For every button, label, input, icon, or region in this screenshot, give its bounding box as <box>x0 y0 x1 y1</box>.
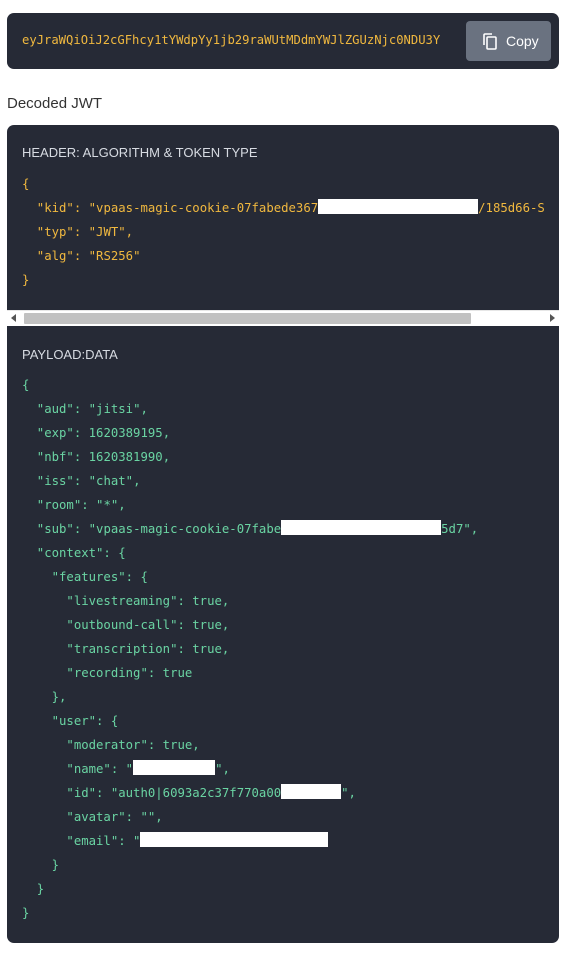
copy-icon <box>483 32 497 50</box>
header-panel-title: HEADER: ALGORITHM & TOKEN TYPE <box>22 145 258 160</box>
recording-value: true <box>162 666 193 680</box>
scrollbar-thumb[interactable] <box>24 313 471 324</box>
decoded-jwt-label: Decoded JWT <box>7 95 103 112</box>
scroll-left-arrow-icon[interactable] <box>11 314 16 322</box>
encoded-token-bar: eyJraWQiOiJ2cGFhcy1tYWdpYy1jb29raWUtMDdm… <box>7 13 559 69</box>
moderator-value: true <box>162 738 193 752</box>
id-value: auth0|6093a2c37f770a00 <box>118 786 282 800</box>
livestreaming-value: true <box>192 594 222 608</box>
kid-value: vpaas-magic-cookie-07fabede367 <box>96 201 319 215</box>
redaction <box>140 832 329 847</box>
sub-value-suffix: 5d7 <box>441 522 464 536</box>
header-json: { "kid": "vpaas-magic-cookie-07fabede367… <box>22 177 545 287</box>
transcription-value: true <box>192 642 222 656</box>
alg-value: RS256 <box>96 249 134 263</box>
outbound-call-value: true <box>192 618 222 632</box>
payload-panel: PAYLOAD:DATA { "aud": "jitsi", "exp": 16… <box>7 326 559 943</box>
redaction <box>281 784 342 799</box>
payload-json: { "aud": "jitsi", "exp": 1620389195, "nb… <box>22 378 479 920</box>
redaction <box>318 199 479 214</box>
copy-button-label: Copy <box>506 33 539 49</box>
room-value: * <box>103 498 111 512</box>
redaction <box>281 520 442 535</box>
exp-value: 1620389195 <box>88 426 163 440</box>
aud-value: jitsi <box>96 402 134 416</box>
kid-value-suffix: /185d66-S <box>478 201 545 215</box>
nbf-value: 1620381990 <box>88 450 163 464</box>
iss-value: chat <box>96 474 126 488</box>
redaction <box>133 760 216 775</box>
horizontal-scrollbar[interactable] <box>7 310 559 326</box>
payload-panel-title: PAYLOAD:DATA <box>22 347 118 362</box>
scroll-right-arrow-icon[interactable] <box>550 314 555 322</box>
typ-value: JWT <box>96 225 119 239</box>
header-panel: HEADER: ALGORITHM & TOKEN TYPE { "kid": … <box>7 125 559 310</box>
encoded-token-text[interactable]: eyJraWQiOiJ2cGFhcy1tYWdpYy1jb29raWUtMDdm… <box>22 33 459 47</box>
sub-value: vpaas-magic-cookie-07fabe <box>96 522 282 536</box>
copy-button[interactable]: Copy <box>466 21 551 61</box>
